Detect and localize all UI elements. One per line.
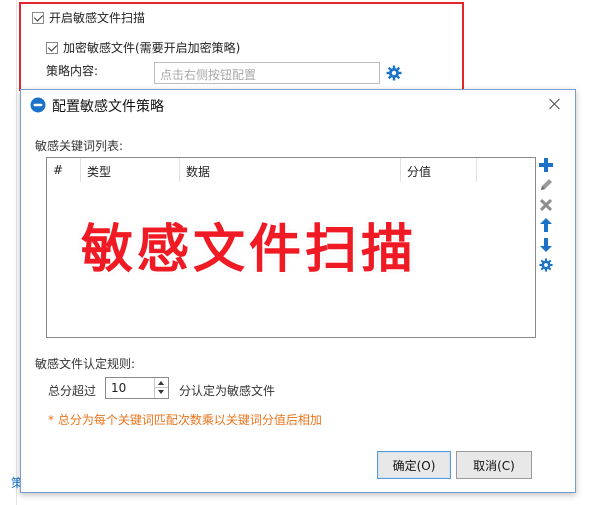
threshold-stepper[interactable]: 10 bbox=[105, 377, 169, 399]
dialog-title: 配置敏感文件策略 bbox=[52, 99, 164, 115]
enable-scan-label: 开启敏感文件扫描 bbox=[49, 11, 146, 25]
cancel-button[interactable]: 取消(C) bbox=[456, 451, 532, 479]
policy-content-row: 策略内容: 点击右侧按钮配置 bbox=[46, 62, 402, 84]
app-logo-icon bbox=[30, 97, 46, 113]
threshold-value[interactable]: 10 bbox=[111, 381, 126, 395]
edit-icon[interactable] bbox=[537, 176, 555, 194]
column-header-score[interactable]: 分值 bbox=[401, 158, 477, 182]
gear-icon[interactable] bbox=[386, 65, 402, 81]
column-header-index[interactable]: # bbox=[47, 158, 81, 182]
add-icon[interactable] bbox=[537, 156, 555, 174]
stepper-buttons bbox=[154, 378, 168, 398]
table-header: # 类型 数据 分值 bbox=[47, 158, 535, 182]
overlay-watermark: 敏感文件扫描 bbox=[81, 220, 418, 280]
total-score-label: 总分超过 bbox=[48, 384, 97, 398]
configure-sensitive-policy-dialog: 配置敏感文件策略 敏感关键词列表: # 类型 数据 分值 敏感文件扫描 敏感文件… bbox=[20, 89, 576, 493]
move-up-icon[interactable] bbox=[537, 216, 555, 234]
keyword-list-label: 敏感关键词列表: bbox=[35, 139, 124, 153]
encrypt-option[interactable]: 加密敏感文件(需要开启加密策略) bbox=[46, 39, 240, 56]
policy-content-label: 策略内容: bbox=[46, 64, 99, 78]
keyword-table[interactable]: # 类型 数据 分值 敏感文件扫描 bbox=[46, 157, 536, 338]
settings-icon[interactable] bbox=[537, 256, 555, 274]
score-note: * 总分为每个关键词匹配次数乘以关键词分值后相加 bbox=[48, 413, 322, 427]
threshold-suffix: 分认定为敏感文件 bbox=[179, 384, 276, 398]
delete-icon[interactable] bbox=[537, 196, 555, 214]
rule-label: 敏感文件认定规则: bbox=[35, 357, 136, 371]
column-header-type[interactable]: 类型 bbox=[81, 158, 180, 182]
close-icon[interactable] bbox=[547, 96, 563, 112]
policy-content-input[interactable]: 点击右侧按钮配置 bbox=[154, 62, 380, 84]
dialog-title-bar[interactable]: 配置敏感文件策略 bbox=[21, 90, 575, 120]
panel-divider bbox=[16, 0, 17, 505]
move-down-icon[interactable] bbox=[537, 236, 555, 254]
ok-button[interactable]: 确定(O) bbox=[377, 451, 451, 479]
enable-scan-option[interactable]: 开启敏感文件扫描 bbox=[32, 9, 145, 26]
enable-scan-checkbox[interactable] bbox=[32, 11, 44, 24]
column-header-data[interactable]: 数据 bbox=[180, 158, 401, 182]
stepper-up-icon[interactable] bbox=[155, 378, 168, 388]
encrypt-label: 加密敏感文件(需要开启加密策略) bbox=[63, 41, 241, 55]
encrypt-checkbox[interactable] bbox=[46, 41, 58, 54]
stepper-down-icon[interactable] bbox=[155, 388, 168, 398]
